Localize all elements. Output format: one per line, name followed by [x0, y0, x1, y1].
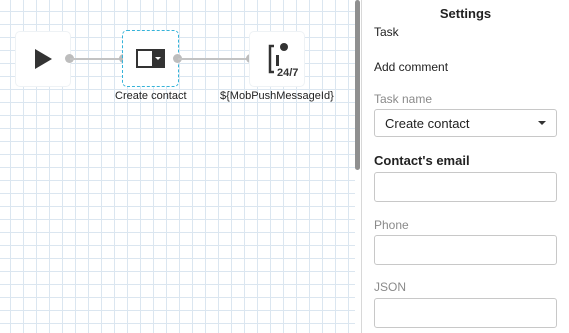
- json-label: JSON: [374, 280, 407, 294]
- task-name-select[interactable]: Create contact: [374, 109, 557, 137]
- push-node-badge: 24/7: [277, 67, 299, 79]
- json-field[interactable]: [374, 298, 557, 328]
- phone-field[interactable]: [374, 235, 557, 265]
- connector-start-to-create: [70, 58, 121, 60]
- canvas-scrollbar[interactable]: [355, 0, 360, 170]
- play-icon: [35, 49, 52, 69]
- start-node[interactable]: [16, 32, 70, 86]
- add-comment-link[interactable]: Add comment: [374, 60, 448, 74]
- push-message-caption: ${MobPushMessageId}: [220, 90, 334, 102]
- connector-create-to-push: [178, 58, 250, 60]
- task-name-value: Create contact: [385, 115, 470, 131]
- email-label: Contact's email: [374, 153, 470, 168]
- chevron-down-icon: [538, 121, 546, 125]
- phone-label: Phone: [374, 218, 409, 232]
- email-field[interactable]: [374, 172, 557, 202]
- create-contact-caption: Create contact: [115, 90, 187, 102]
- section-label: Task: [374, 25, 399, 39]
- settings-title: Settings: [439, 6, 492, 21]
- task-name-label: Task name: [374, 92, 433, 106]
- settings-panel: Settings Task Add comment Task name Crea…: [362, 0, 569, 333]
- create-contact-node[interactable]: [122, 30, 179, 87]
- form-dropdown-icon: [136, 49, 165, 68]
- flow-canvas[interactable]: Create contact 24/7 ${MobPushMessageId}: [0, 0, 355, 333]
- push-message-node[interactable]: 24/7: [250, 32, 304, 86]
